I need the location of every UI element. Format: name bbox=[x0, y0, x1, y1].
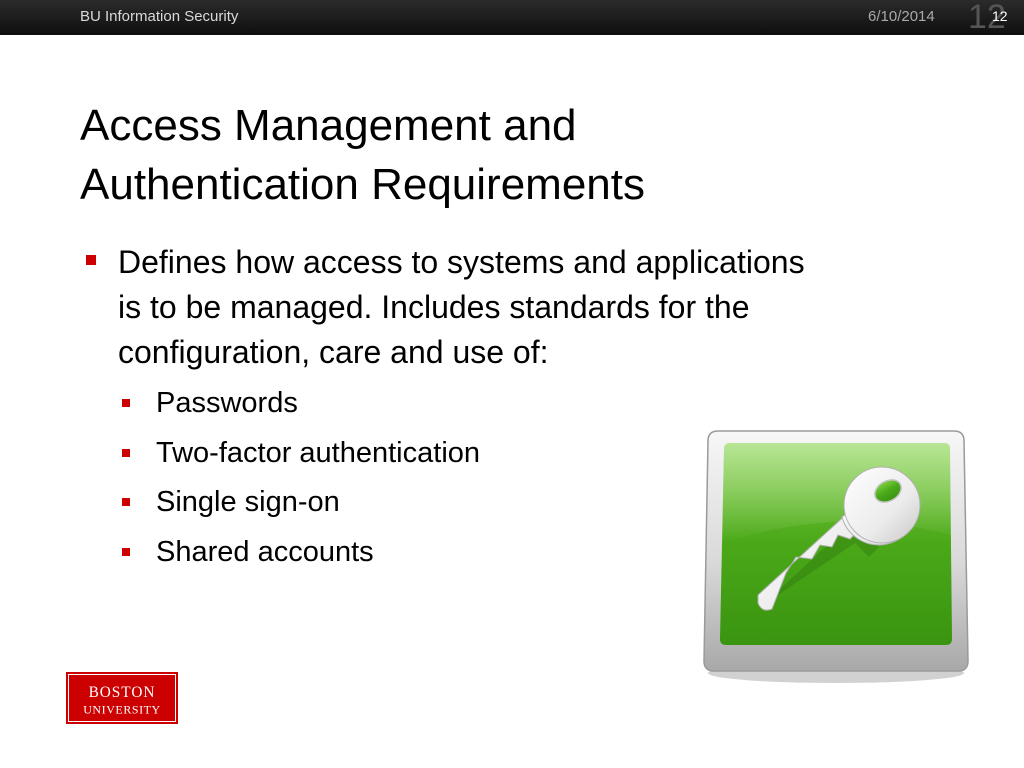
header-org-name: BU Information Security bbox=[80, 8, 239, 25]
slide-title-line: Authentication Requirements bbox=[80, 160, 645, 209]
header-bar: BU Information Security 6/10/2014 12 12 bbox=[0, 0, 1024, 35]
slide-title: Access Management and Authentication Req… bbox=[80, 96, 880, 214]
square-bullet-icon bbox=[122, 547, 130, 556]
sub-bullet-label: Passwords bbox=[156, 387, 298, 419]
sub-bullet-label: Two-factor authentication bbox=[156, 436, 481, 469]
sub-bullet-item: Passwords bbox=[80, 379, 920, 429]
slide-title-line: Access Management and bbox=[80, 101, 577, 150]
header-date: 6/10/2014 bbox=[868, 8, 935, 25]
sub-bullet-label: Shared accounts bbox=[156, 535, 374, 568]
slide-number: 12 bbox=[992, 8, 1008, 24]
sub-bullet-label: Single sign-on bbox=[156, 486, 340, 518]
square-bullet-icon bbox=[122, 399, 130, 407]
square-bullet-icon bbox=[86, 255, 96, 265]
square-bullet-icon bbox=[122, 498, 130, 506]
logo-line-boston: BOSTON bbox=[89, 684, 156, 701]
main-bullet-line: is to be managed. Includes standards for… bbox=[118, 289, 750, 325]
key-icon bbox=[703, 430, 969, 683]
main-bullet-line: Defines how access to systems and applic… bbox=[118, 244, 805, 280]
main-bullet-line: configuration, care and use of: bbox=[118, 334, 549, 370]
logo-line-university: UNIVERSITY bbox=[83, 702, 161, 716]
square-bullet-icon bbox=[122, 448, 130, 457]
main-bullet: Defines how access to systems and applic… bbox=[80, 240, 920, 375]
boston-university-logo: BOSTON UNIVERSITY bbox=[66, 672, 178, 724]
